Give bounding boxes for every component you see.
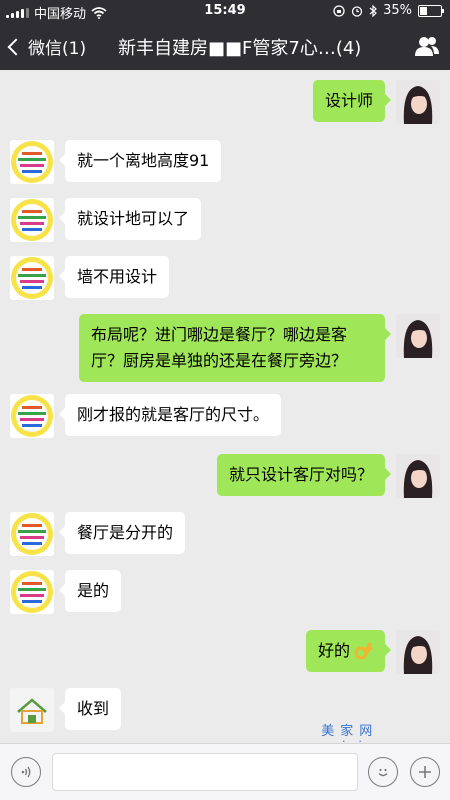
avatar-shop-logo[interactable] (10, 140, 54, 184)
voice-button[interactable] (11, 757, 41, 787)
emoji-button[interactable] (368, 757, 398, 787)
message-bubble-other[interactable]: 就一个离地高度91 (58, 140, 222, 182)
battery-icon (418, 4, 444, 17)
message-bubble-other[interactable]: 就设计地可以了 (58, 198, 202, 240)
message-bubble-other[interactable]: 刚才报的就是客厅的尺寸。 (58, 394, 282, 436)
avatar-shop-logo[interactable] (10, 256, 54, 300)
nav-bar: 微信(1) 新丰自建房■■F管家7心…(4) (0, 22, 450, 70)
avatar-shop-logo[interactable] (10, 512, 54, 556)
more-button[interactable] (410, 757, 440, 787)
voice-icon (21, 766, 31, 778)
avatar-self[interactable] (396, 630, 440, 674)
avatar-shop-logo[interactable] (10, 570, 54, 614)
smiley-icon (378, 768, 388, 777)
ok-hand-emoji-icon (354, 642, 373, 660)
chat-list[interactable]: 设计师 就一个离地高度91 就设计地可以了 墙不用设计 布局呢？进门哪边是餐厅？… (0, 70, 450, 743)
bluetooth-icon (369, 4, 377, 17)
avatar-shop-logo[interactable] (10, 394, 54, 438)
avatar-self[interactable] (396, 314, 440, 358)
avatar-house-logo[interactable] (10, 688, 54, 732)
lock-rotation-icon (333, 4, 345, 17)
message-bubble-other[interactable]: 墙不用设计 (58, 256, 170, 298)
alarm-icon (351, 5, 363, 17)
message-input[interactable] (52, 753, 358, 791)
battery-percent: 35% (383, 3, 412, 18)
avatar-shop-logo[interactable] (10, 198, 54, 242)
back-label: 微信(1) (28, 39, 87, 59)
chevron-left-icon (7, 38, 25, 55)
group-members-icon[interactable] (414, 35, 440, 57)
message-bubble-self[interactable]: 设计师 (312, 80, 392, 122)
input-bar (0, 743, 450, 800)
message-bubble-other[interactable]: 收到 (58, 688, 122, 730)
avatar-self[interactable] (396, 454, 440, 498)
plus-icon (419, 766, 431, 778)
status-right: 35% (333, 3, 444, 18)
message-bubble-self[interactable]: 好的 (305, 630, 392, 672)
message-bubble-self[interactable]: 就只设计客厅对吗？ (216, 454, 392, 496)
message-bubble-other[interactable]: 是的 (58, 570, 122, 612)
status-bar: 中国移动 15:49 35% (0, 0, 450, 22)
message-bubble-other[interactable]: 餐厅是分开的 (58, 512, 186, 554)
message-bubble-self[interactable]: 布局呢？进门哪边是餐厅？哪边是客厅？厨房是单独的还是在餐厅旁边？ (79, 314, 391, 382)
back-button[interactable]: 微信(1) (7, 34, 87, 59)
chat-title: 新丰自建房■■F管家7心…(4) (118, 38, 362, 59)
watermark-name: 美家网 (321, 724, 379, 739)
avatar-self[interactable] (396, 80, 440, 124)
message-text: 好的 (317, 641, 350, 660)
